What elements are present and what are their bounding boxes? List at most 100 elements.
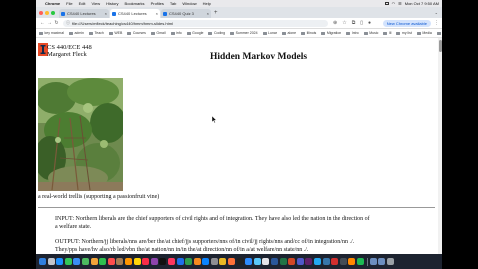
tab-cs440-quiz[interactable]: CS440 Quiz 3 × [161, 9, 211, 18]
notes-icon[interactable] [133, 258, 141, 265]
slack-icon[interactable] [305, 258, 313, 265]
update-chrome-button[interactable]: New Chrome available [382, 19, 431, 27]
bookmark-item[interactable]: Intro [346, 31, 359, 35]
bookmark-item[interactable]: Media [416, 31, 432, 35]
bookmark-item[interactable]: Google [186, 31, 203, 35]
app-store-icon[interactable] [202, 258, 210, 265]
quicktime-icon[interactable] [339, 258, 347, 265]
spotify-icon[interactable] [356, 258, 364, 265]
textedit-icon[interactable] [262, 258, 270, 265]
documents-icon[interactable] [378, 258, 386, 265]
trash-icon[interactable] [386, 258, 394, 265]
preview-icon[interactable] [253, 258, 261, 265]
clock-text[interactable]: Mon Oct 7 9:50 AM [405, 1, 439, 6]
downloads-icon[interactable] [369, 258, 377, 265]
back-arrow-icon[interactable]: ← [39, 20, 46, 26]
sidebar-icon[interactable]: ▯ [360, 20, 363, 26]
menu-file[interactable]: File [66, 1, 72, 6]
bookmark-item[interactable]: key maximal [39, 31, 64, 35]
bookmark-item[interactable]: Ill [383, 31, 391, 35]
control-center-icon[interactable]: ☰ [398, 1, 402, 6]
tv-icon[interactable] [159, 258, 167, 265]
news-icon[interactable] [167, 258, 175, 265]
menu-edit[interactable]: Edit [79, 1, 86, 6]
zoom-icon[interactable]: ⊕ [333, 20, 337, 26]
bookmark-item[interactable]: Lunar [262, 31, 277, 35]
powerpoint-icon[interactable] [288, 258, 296, 265]
bookmark-item[interactable]: Illinois [301, 31, 316, 35]
numbers-icon[interactable] [185, 258, 193, 265]
bookmark-item[interactable]: admin [68, 31, 84, 35]
keynote-icon[interactable] [176, 258, 184, 265]
menu-profiles[interactable]: Profiles [151, 1, 164, 6]
screen-mirror-icon[interactable] [384, 2, 389, 5]
close-tab-icon[interactable]: × [156, 11, 158, 16]
close-window-button[interactable] [39, 10, 43, 15]
minimize-window-button[interactable] [45, 10, 49, 15]
bookmark-item[interactable]: Courses [127, 31, 146, 35]
vscode-icon[interactable] [314, 258, 321, 265]
bookmark-item[interactable]: Summer 2024 [230, 31, 258, 35]
calendar-icon[interactable] [107, 258, 115, 265]
zoom-icon[interactable] [245, 258, 253, 265]
menu-chrome[interactable]: Chrome [45, 1, 60, 6]
menu-history[interactable]: History [106, 1, 118, 6]
profile-avatar-icon[interactable]: ● [368, 20, 371, 26]
python-icon[interactable] [322, 258, 330, 265]
bookmark-item[interactable]: alone [282, 31, 296, 35]
podcasts-icon[interactable] [150, 258, 158, 265]
bookmark-star-icon[interactable]: ☆ [342, 20, 346, 26]
all-bookmarks-button[interactable]: All Bookmarks [436, 31, 442, 35]
zoom-window-button[interactable] [51, 10, 55, 15]
teams-icon[interactable] [296, 258, 304, 265]
music-icon[interactable] [142, 258, 150, 265]
photos-icon[interactable] [90, 258, 98, 265]
menu-view[interactable]: View [91, 1, 100, 6]
tab-cs440-lectures-active[interactable]: CS440 Lectures × [110, 9, 160, 18]
tab-search-chevron-icon[interactable]: ⌄ [435, 10, 438, 15]
close-tab-icon[interactable]: × [105, 11, 107, 16]
system-settings-icon[interactable] [210, 258, 218, 265]
bookmark-item[interactable]: WEB [108, 31, 122, 35]
page-scrollbar[interactable] [438, 38, 442, 254]
close-tab-icon[interactable]: × [207, 11, 209, 16]
wifi-icon[interactable]: ◠ [392, 1, 396, 6]
reminders-icon[interactable] [124, 258, 132, 265]
finder-icon[interactable] [39, 258, 46, 265]
tab-cs440-lectures[interactable]: CS440 Lectures × [59, 9, 109, 18]
chrome-icon[interactable] [219, 258, 227, 265]
extensions-icon[interactable]: ⧉ [352, 20, 356, 26]
bookmark-item[interactable]: Coding [208, 31, 225, 35]
mail-icon[interactable] [73, 258, 81, 265]
acrobat-icon[interactable] [331, 258, 339, 265]
firefox-icon[interactable] [228, 258, 236, 265]
bookmark-item[interactable]: Music [363, 31, 378, 35]
forward-arrow-icon[interactable]: → [46, 20, 53, 26]
maps-icon[interactable] [81, 258, 89, 265]
safari-icon[interactable] [56, 258, 64, 265]
vlc-icon[interactable] [348, 258, 356, 265]
facetime-icon[interactable] [99, 258, 107, 265]
bookmark-item[interactable]: info [170, 31, 182, 35]
contacts-icon[interactable] [116, 258, 124, 265]
menu-help[interactable]: Help [203, 1, 211, 6]
address-bar[interactable]: ⓘ file:///Users/mfleck/teaching/cs440/hm… [63, 19, 328, 27]
file-info-icon[interactable]: ⓘ [66, 20, 70, 26]
word-icon[interactable] [271, 258, 279, 265]
terminal-icon[interactable] [236, 258, 244, 265]
menu-tab[interactable]: Tab [170, 1, 176, 6]
pages-icon[interactable] [193, 258, 201, 265]
reload-icon[interactable]: ↻ [53, 20, 60, 26]
excel-icon[interactable] [279, 258, 287, 265]
launchpad-icon[interactable] [47, 258, 55, 265]
bookmark-item[interactable]: Gmail [150, 31, 166, 35]
menu-bookmarks[interactable]: Bookmarks [125, 1, 145, 6]
scrollbar-thumb[interactable] [438, 40, 442, 52]
bookmark-item[interactable]: Migration [321, 31, 341, 35]
more-menu-icon[interactable]: ⋮ [434, 20, 439, 26]
new-tab-icon[interactable]: + [214, 10, 218, 16]
bookmark-item[interactable]: my list [396, 31, 412, 35]
bookmark-item[interactable]: Teach [89, 31, 104, 35]
messages-icon[interactable] [64, 258, 72, 265]
menu-window[interactable]: Window [182, 1, 196, 6]
